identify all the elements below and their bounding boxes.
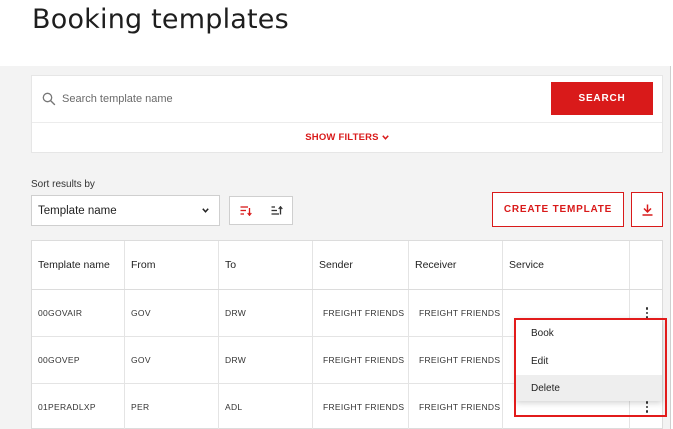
column-header-to[interactable]: To (219, 241, 313, 289)
sort-dropdown[interactable]: Template name (31, 195, 220, 226)
cell-template-name: 01PERADLXP (32, 384, 125, 429)
cell-from: GOV (125, 290, 219, 336)
cell-sender: FREIGHT FRIENDS (313, 290, 409, 336)
header: Booking templates (0, 0, 671, 66)
download-icon (642, 204, 652, 216)
create-template-button[interactable]: CREATE TEMPLATE (492, 192, 624, 227)
sort-descending-button[interactable] (230, 197, 261, 224)
menu-item-edit[interactable]: Edit (516, 348, 662, 374)
show-filters-toggle[interactable]: SHOW FILTERS (32, 132, 662, 143)
cell-template-name: 00GOVEP (32, 337, 125, 383)
search-panel: SEARCH SHOW FILTERS (31, 75, 663, 153)
download-button[interactable] (631, 192, 663, 227)
cell-receiver: FREIGHT FRIENDS (409, 337, 503, 383)
cell-to: DRW (219, 290, 313, 336)
table-header: Template name From To Sender Receiver Se… (32, 241, 662, 290)
row-context-menu: Book Edit Delete (516, 318, 662, 401)
page-title: Booking templates (32, 4, 289, 35)
cell-to: ADL (219, 384, 313, 429)
cell-to: DRW (219, 337, 313, 383)
menu-item-book[interactable]: Book (516, 320, 662, 346)
chevron-down-icon (202, 208, 209, 213)
column-header-from[interactable]: From (125, 241, 219, 289)
search-input[interactable] (62, 88, 542, 110)
app-frame: Booking templates SEARCH SHOW FILTERS So… (0, 0, 671, 429)
sort-ascending-icon (271, 205, 283, 215)
sort-descending-icon (240, 205, 252, 216)
show-filters-label: SHOW FILTERS (305, 132, 379, 143)
cell-from: GOV (125, 337, 219, 383)
cell-from: PER (125, 384, 219, 429)
more-vertical-icon (645, 401, 649, 413)
column-header-service[interactable]: Service (503, 241, 630, 289)
more-vertical-icon (645, 307, 649, 319)
menu-item-delete[interactable]: Delete (516, 375, 662, 401)
divider (32, 122, 662, 123)
column-header-template-name[interactable]: Template name (32, 241, 125, 289)
search-icon (42, 92, 56, 106)
sort-ascending-button[interactable] (261, 197, 292, 224)
cell-sender: FREIGHT FRIENDS (313, 384, 409, 429)
sort-label: Sort results by (31, 179, 95, 190)
cell-template-name: 00GOVAIR (32, 290, 125, 336)
cell-sender: FREIGHT FRIENDS (313, 337, 409, 383)
cell-receiver: FREIGHT FRIENDS (409, 290, 503, 336)
column-header-receiver[interactable]: Receiver (409, 241, 503, 289)
cell-receiver: FREIGHT FRIENDS (409, 384, 503, 429)
column-header-actions (630, 241, 664, 289)
chevron-down-icon (381, 135, 389, 140)
sort-selected-value: Template name (38, 204, 117, 217)
column-header-sender[interactable]: Sender (313, 241, 409, 289)
search-button[interactable]: SEARCH (551, 82, 653, 115)
sort-order-toggle (229, 196, 293, 225)
